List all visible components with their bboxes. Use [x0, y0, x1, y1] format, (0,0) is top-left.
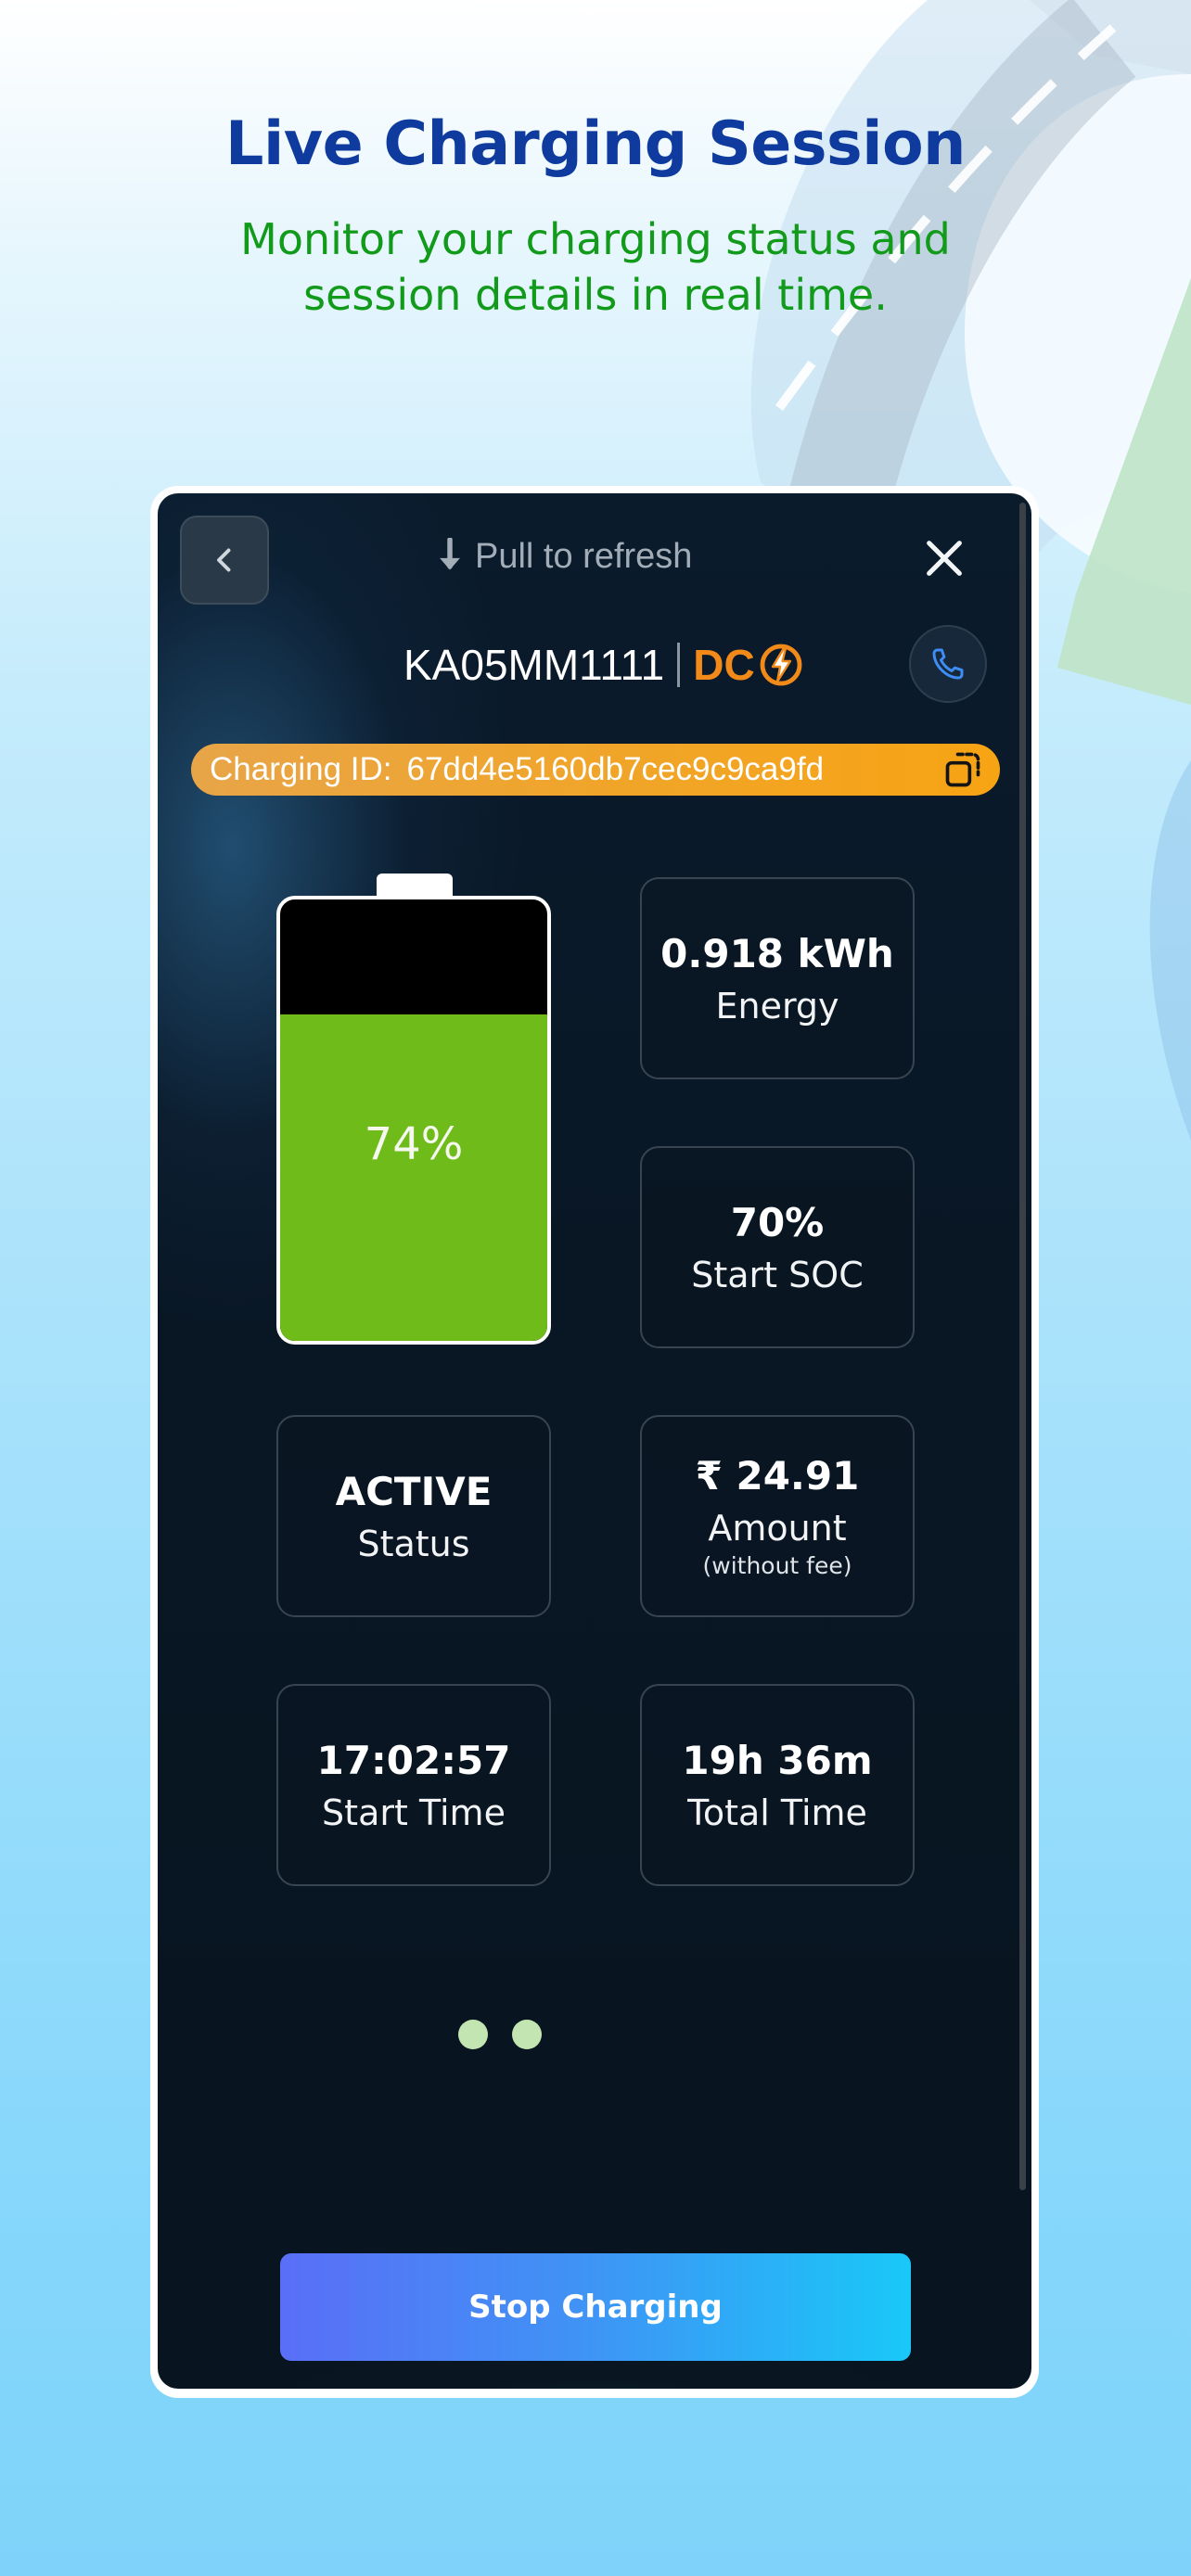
- charger-type: DC: [693, 641, 755, 689]
- status-label: Status: [357, 1523, 470, 1564]
- status-value: ACTIVE: [335, 1468, 493, 1514]
- start-soc-card: 70% Start SOC: [640, 1146, 915, 1348]
- amount-card: ₹ 24.91 Amount (without fee): [640, 1415, 915, 1617]
- vehicle-header: KA05MM1111 DC: [403, 631, 803, 699]
- amount-value: ₹ 24.91: [695, 1453, 860, 1498]
- charging-id-value: 67dd4e5160db7cec9c9ca9fd: [406, 751, 825, 787]
- total-time-card: 19h 36m Total Time: [640, 1684, 915, 1886]
- energy-card: 0.918 kWh Energy: [640, 877, 915, 1079]
- total-time-label: Total Time: [687, 1792, 867, 1833]
- call-button[interactable]: [909, 625, 987, 703]
- start-soc-value: 70%: [730, 1199, 825, 1245]
- status-card: ACTIVE Status: [276, 1415, 551, 1617]
- pull-to-refresh[interactable]: Pull to refresh: [436, 529, 692, 584]
- amount-label: Amount: [708, 1508, 847, 1549]
- chevron-left-icon: [217, 548, 231, 572]
- scrollbar[interactable]: [1019, 503, 1026, 2190]
- pull-to-refresh-label: Pull to refresh: [475, 536, 693, 576]
- battery-fill: [280, 1014, 547, 1341]
- battery-percent: 74%: [364, 1118, 464, 1170]
- bolt-icon: [760, 644, 802, 686]
- back-button[interactable]: [180, 516, 269, 605]
- total-time-value: 19h 36m: [682, 1737, 873, 1783]
- charging-id-pill: Charging ID: 67dd4e5160db7cec9c9ca9fd: [191, 744, 1000, 796]
- energy-label: Energy: [715, 985, 839, 1027]
- arrow-down-icon: [440, 538, 460, 570]
- close-icon[interactable]: [918, 532, 970, 584]
- copy-icon[interactable]: [941, 749, 985, 790]
- promo-title: Live Charging Session: [225, 109, 966, 179]
- vehicle-plate: KA05MM1111: [403, 641, 665, 689]
- start-time-label: Start Time: [322, 1792, 506, 1833]
- promo-subtitle: Monitor your charging status and session…: [240, 214, 951, 320]
- charging-session-screen: Pull to refresh KA05MM1111 DC Charging I…: [158, 493, 1031, 2389]
- pager-dot[interactable]: [458, 2020, 488, 2049]
- phone-icon: [932, 648, 964, 680]
- start-time-card: 17:02:57 Start Time: [276, 1684, 551, 1886]
- amount-note: (without fee): [702, 1552, 852, 1579]
- battery-gauge: 74%: [276, 896, 551, 1345]
- charging-id-label: Charging ID:: [210, 751, 392, 787]
- divider: [677, 643, 681, 687]
- start-soc-label: Start SOC: [691, 1254, 864, 1295]
- stop-charging-button[interactable]: Stop Charging: [280, 2253, 911, 2361]
- start-time-value: 17:02:57: [316, 1737, 511, 1783]
- pager-dot[interactable]: [512, 2020, 542, 2049]
- energy-value: 0.918 kWh: [660, 930, 894, 976]
